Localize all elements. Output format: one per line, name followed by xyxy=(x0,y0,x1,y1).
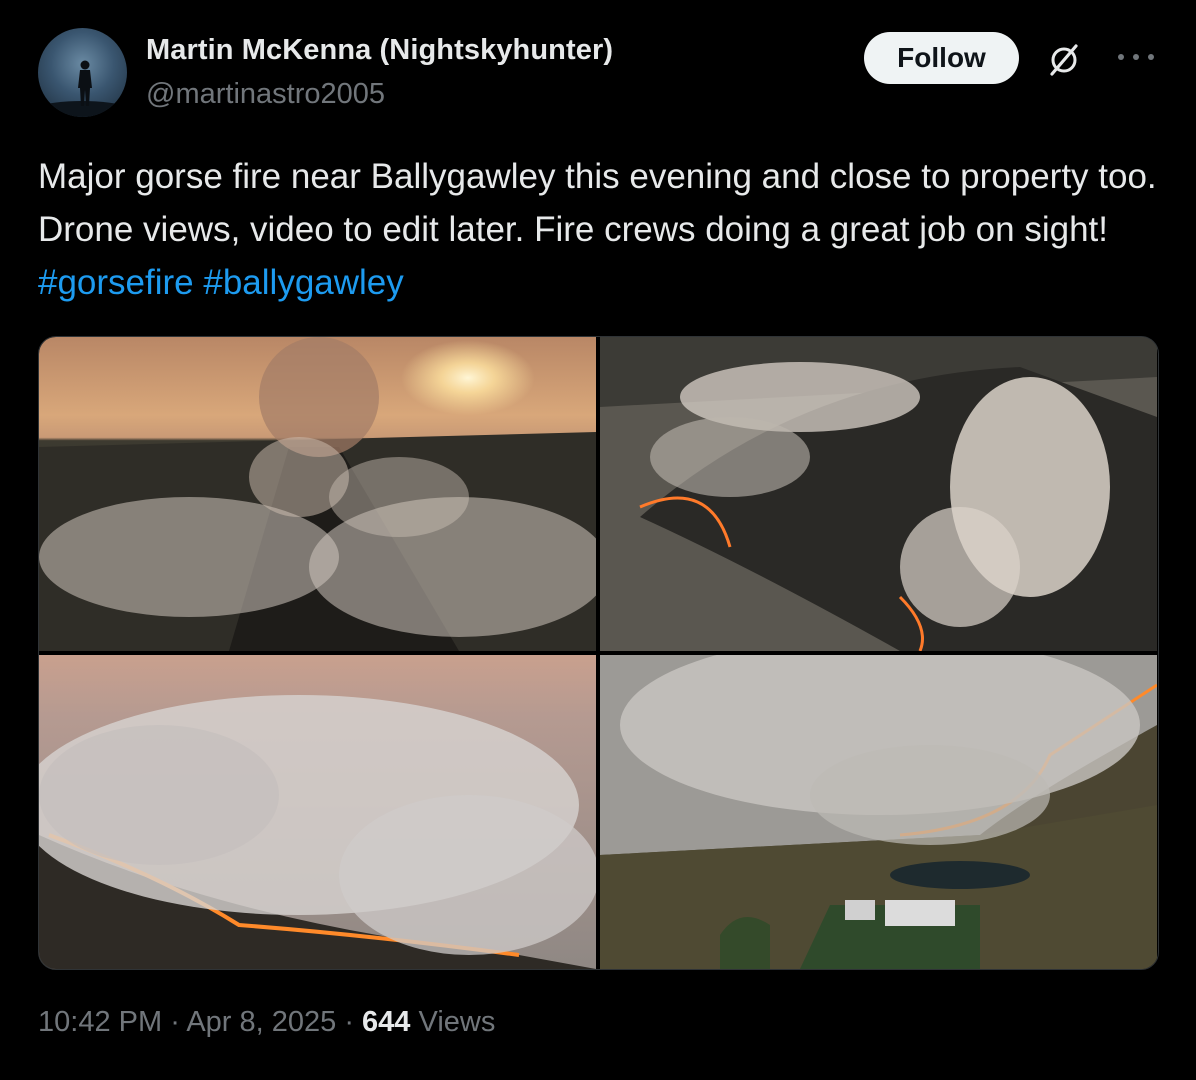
author-handle[interactable]: @martinastro2005 xyxy=(146,78,385,111)
views-count[interactable]: 644 xyxy=(362,1006,410,1038)
media-photo-2[interactable] xyxy=(600,337,1157,651)
tweet-meta: 10:42 PM · Apr 8, 2025 · 644 Views xyxy=(38,1006,495,1039)
hashtag-gorsefire[interactable]: #gorsefire xyxy=(38,263,194,302)
hashtag-ballygawley[interactable]: #ballygawley xyxy=(203,263,403,302)
grok-icon[interactable] xyxy=(1044,40,1084,80)
tweet-time[interactable]: 10:42 PM xyxy=(38,1006,162,1038)
person-silhouette-avatar xyxy=(38,60,127,117)
tweet-date[interactable]: Apr 8, 2025 xyxy=(186,1006,336,1038)
follow-button[interactable]: Follow xyxy=(864,32,1019,84)
tweet-body: Major gorse fire near Ballygawley this e… xyxy=(38,157,1157,249)
media-photo-1[interactable] xyxy=(39,337,596,651)
meta-separator: · xyxy=(336,1006,363,1038)
meta-separator: · xyxy=(162,1006,187,1038)
avatar[interactable] xyxy=(38,28,127,117)
media-photo-3[interactable] xyxy=(39,655,596,969)
more-dots-icon[interactable] xyxy=(1118,50,1154,64)
media-grid xyxy=(38,336,1159,970)
author-display-name[interactable]: Martin McKenna (Nightskyhunter) xyxy=(146,34,613,67)
media-photo-4[interactable] xyxy=(600,655,1157,969)
views-label[interactable]: Views xyxy=(410,1006,495,1038)
tweet-text: Major gorse fire near Ballygawley this e… xyxy=(38,150,1158,309)
